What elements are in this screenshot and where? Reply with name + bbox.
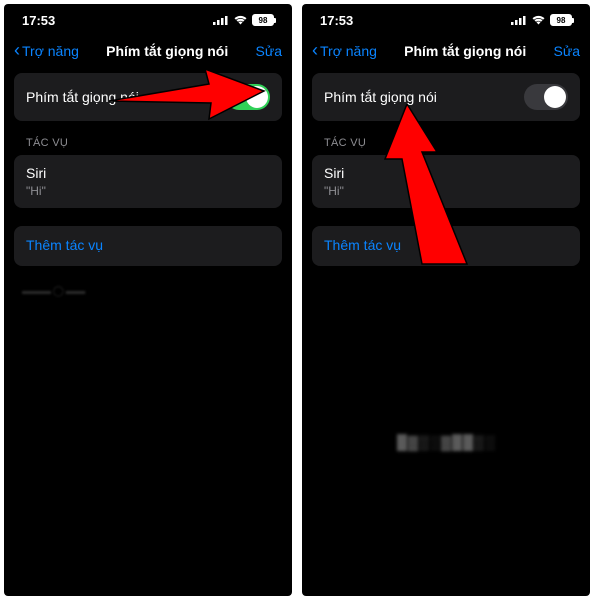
battery-icon: 98 (550, 14, 572, 26)
task-title: Siri (324, 165, 568, 181)
battery-icon: 98 (252, 14, 274, 26)
task-row[interactable]: Siri "Hi" (14, 155, 282, 208)
section-header: TÁC VỤ (312, 121, 580, 155)
add-task-cell[interactable]: Thêm tác vụ (14, 226, 282, 266)
wifi-icon (233, 13, 248, 28)
edit-button[interactable]: Sửa (256, 43, 283, 59)
nav-bar: ‹ Trợ năng Phím tắt giọng nói Sửa (4, 32, 292, 73)
back-button[interactable]: ‹ Trợ năng (312, 40, 377, 61)
signal-icon (511, 13, 527, 28)
artifact: █▓▒░▓██▒░ (397, 434, 496, 450)
task-subtitle: "Hi" (324, 184, 568, 198)
status-time: 17:53 (22, 13, 55, 28)
phone-left: 17:53 98 ‹ Trợ năng Phím tắt giọng nói (4, 4, 292, 596)
status-bar: 17:53 98 (4, 4, 292, 32)
voice-shortcut-toggle-cell[interactable]: Phím tắt giọng nói (14, 73, 282, 121)
signal-icon (213, 13, 229, 28)
task-title: Siri (26, 165, 270, 181)
toggle-switch[interactable] (524, 84, 568, 110)
status-bar: 17:53 98 (302, 4, 590, 32)
section-header: TÁC VỤ (14, 121, 282, 155)
back-button[interactable]: ‹ Trợ năng (14, 40, 79, 61)
toggle-label: Phím tắt giọng nói (324, 89, 437, 105)
toggle-label: Phím tắt giọng nói (26, 89, 139, 105)
status-time: 17:53 (320, 13, 353, 28)
toggle-switch[interactable] (226, 84, 270, 110)
add-task-link: Thêm tác vụ (324, 237, 401, 253)
wifi-icon (531, 13, 546, 28)
add-task-cell[interactable]: Thêm tác vụ (312, 226, 580, 266)
task-row[interactable]: Siri "Hi" (312, 155, 580, 208)
artifact: ▬▬▬ ◯ ▬▬ (22, 286, 85, 297)
page-title: Phím tắt giọng nói (404, 43, 526, 59)
page-title: Phím tắt giọng nói (106, 43, 228, 59)
chevron-left-icon: ‹ (312, 40, 318, 61)
phone-right: 17:53 98 ‹ Trợ năng Phím tắt giọng nói (302, 4, 590, 596)
add-task-link: Thêm tác vụ (26, 237, 103, 253)
voice-shortcut-toggle-cell[interactable]: Phím tắt giọng nói (312, 73, 580, 121)
task-subtitle: "Hi" (26, 184, 270, 198)
chevron-left-icon: ‹ (14, 40, 20, 61)
edit-button[interactable]: Sửa (554, 43, 581, 59)
nav-bar: ‹ Trợ năng Phím tắt giọng nói Sửa (302, 32, 590, 73)
